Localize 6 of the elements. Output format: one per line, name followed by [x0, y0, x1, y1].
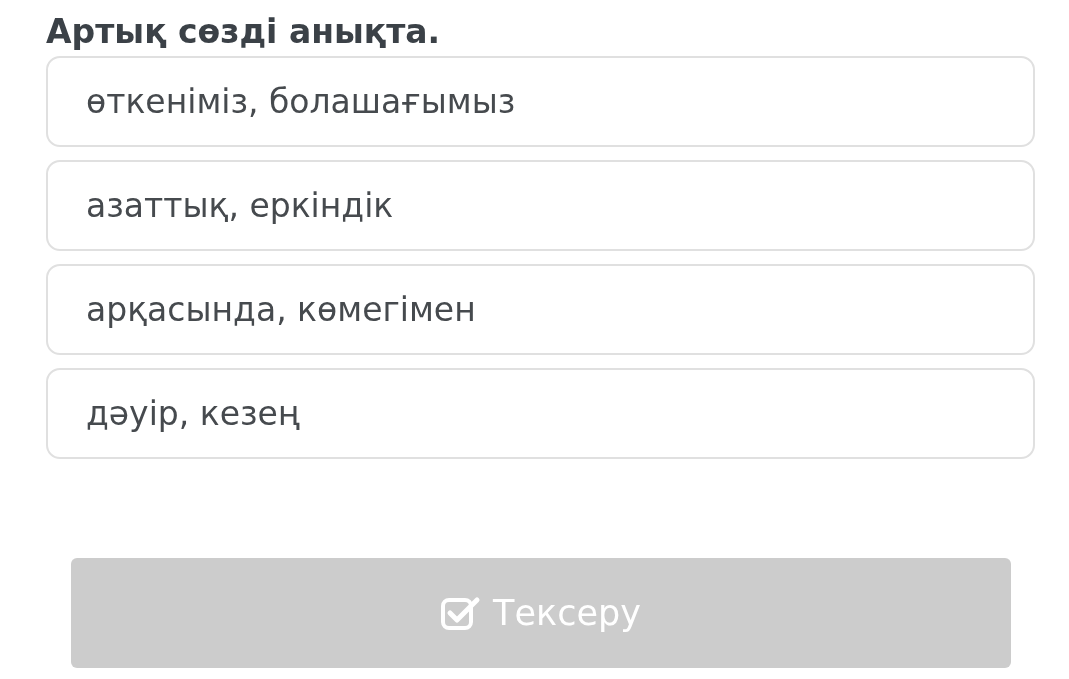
- answer-option[interactable]: өткеніміз, болашағымыз: [46, 56, 1035, 147]
- answer-option[interactable]: дәуір, кезең: [46, 368, 1035, 459]
- answer-option[interactable]: арқасында, көмегімен: [46, 264, 1035, 355]
- question-text: Артық сөзді анықта.: [46, 11, 442, 53]
- checkbox-tick-icon: [441, 596, 482, 630]
- answer-option[interactable]: азаттық, еркіндік: [46, 160, 1035, 251]
